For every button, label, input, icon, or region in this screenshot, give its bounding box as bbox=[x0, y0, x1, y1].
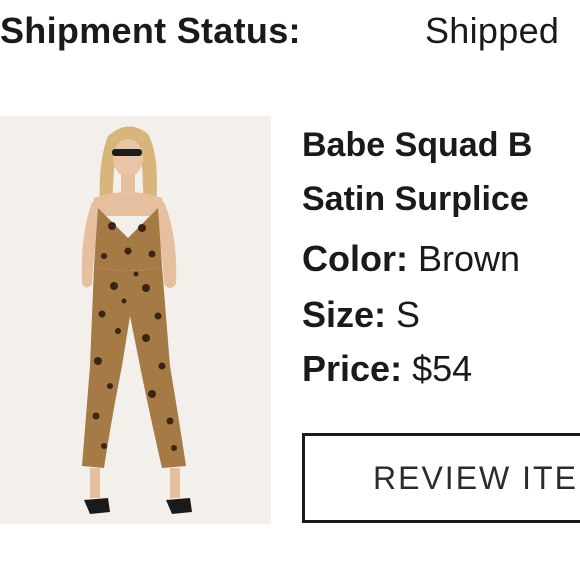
review-item-label: REVIEW ITE bbox=[373, 459, 578, 496]
product-title[interactable]: Babe Squad B Satin Surplice bbox=[302, 118, 580, 226]
size-row: Size: S bbox=[302, 294, 420, 336]
price-label: Price: bbox=[302, 348, 403, 389]
color-row: Color: Brown bbox=[302, 238, 520, 280]
color-label: Color: bbox=[302, 238, 408, 279]
product-title-line2: Satin Surplice bbox=[302, 180, 529, 218]
price-value: $54 bbox=[412, 348, 473, 389]
color-value: Brown bbox=[418, 238, 521, 279]
product-image[interactable] bbox=[0, 116, 271, 524]
shipment-status-value: Shipped bbox=[425, 10, 560, 51]
size-value: S bbox=[396, 294, 421, 335]
shipment-status-label: Shipment Status: bbox=[0, 10, 301, 51]
review-item-button[interactable]: REVIEW ITE bbox=[302, 433, 580, 523]
product-title-line1: Babe Squad B bbox=[302, 126, 533, 164]
price-row: Price: $54 bbox=[302, 348, 472, 390]
size-label: Size: bbox=[302, 294, 387, 335]
